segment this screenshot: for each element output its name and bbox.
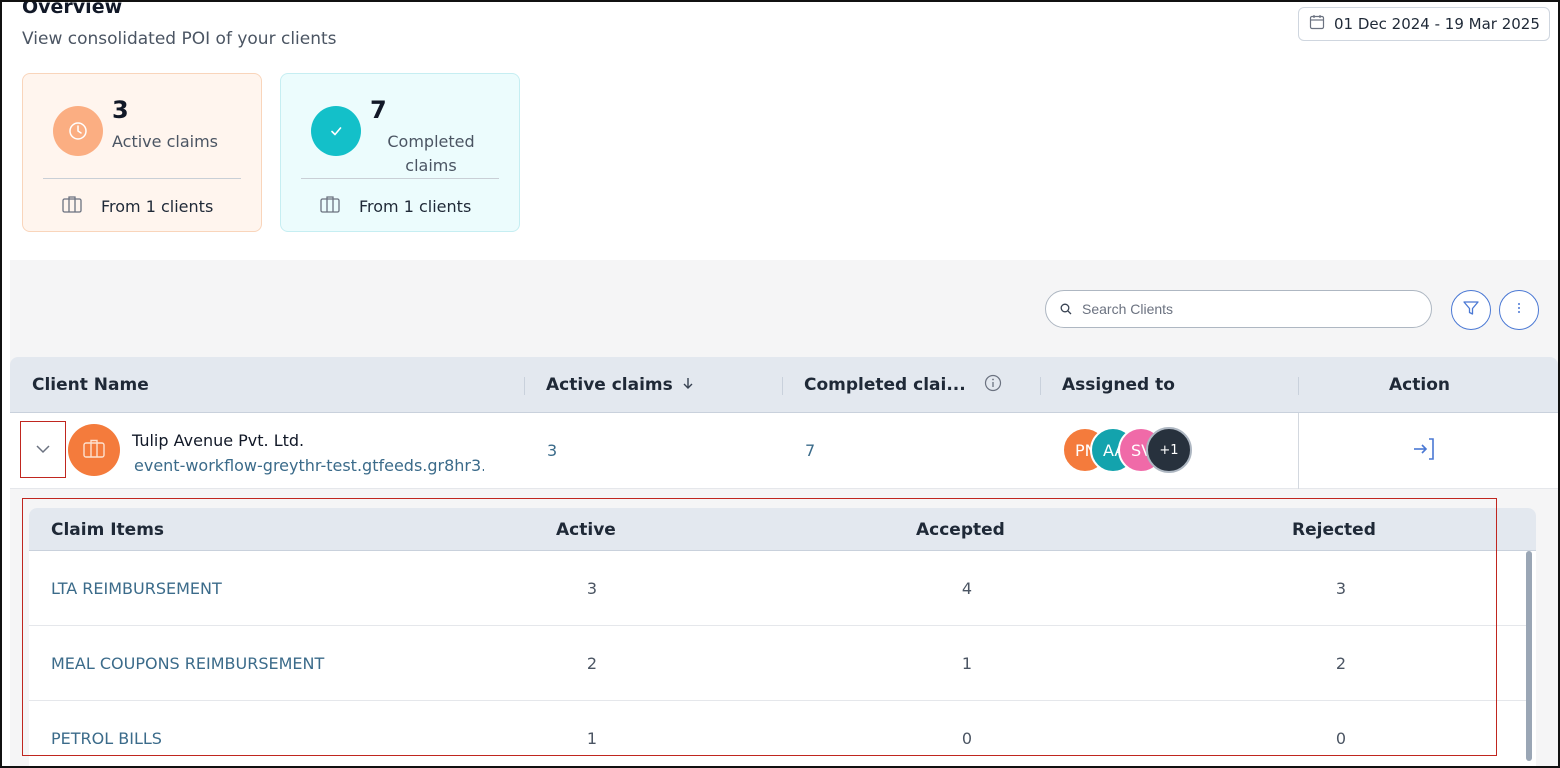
filter-button[interactable]: [1451, 290, 1491, 330]
filter-icon: [1462, 299, 1480, 321]
page-title: Overview: [22, 0, 123, 18]
sort-down-icon: [681, 375, 695, 395]
column-active-claims-label: Active claims: [546, 375, 673, 395]
column-client-name[interactable]: Client Name: [32, 357, 149, 413]
column-separator: [1298, 413, 1299, 489]
column-separator: [782, 377, 783, 395]
clients-table-header: Client Name Active claims Completed clai…: [10, 357, 1558, 413]
active-claims-footer-text: From 1 clients: [101, 196, 214, 216]
active-claims-label: Active claims: [112, 132, 218, 151]
expand-row-button[interactable]: [20, 421, 66, 478]
column-separator: [1040, 377, 1041, 395]
chevron-down-icon: [34, 440, 52, 459]
page-subtitle: View consolidated POI of your clients: [22, 29, 337, 49]
assignee-avatars[interactable]: PN AA SV +1: [1062, 427, 1202, 475]
column-completed-claims[interactable]: Completed clai...: [804, 357, 1002, 413]
card-divider: [43, 178, 241, 179]
column-assigned-to[interactable]: Assigned to: [1062, 357, 1175, 413]
vertical-scrollbar[interactable]: [1526, 551, 1532, 761]
completed-claims-footer: From 1 clients: [319, 194, 471, 218]
date-range-picker[interactable]: 01 Dec 2024 - 19 Mar 2025: [1298, 7, 1550, 41]
search-box[interactable]: [1045, 290, 1432, 328]
search-input[interactable]: [1082, 301, 1402, 317]
active-claims-card[interactable]: 3 Active claims From 1 clients: [22, 73, 262, 232]
completed-claims-card[interactable]: 7 Completed claims From 1 clients: [280, 73, 520, 232]
active-claims-value: 3: [547, 441, 558, 460]
app-frame: Overview View consolidated POI of your c…: [0, 0, 1560, 768]
client-domain: event-workflow-greythr-test.gtfeeds.gr8h…: [134, 456, 484, 475]
briefcase-icon: [82, 437, 106, 463]
calendar-icon: [1309, 14, 1325, 34]
info-icon[interactable]: [984, 374, 1002, 397]
table-row[interactable]: Tulip Avenue Pvt. Ltd. event-workflow-gr…: [10, 413, 1558, 489]
search-icon: [1060, 300, 1072, 319]
more-options-button[interactable]: [1499, 290, 1539, 330]
completed-claims-label: Completed claims: [387, 132, 475, 175]
briefcase-icon: [61, 194, 83, 218]
column-active-claims[interactable]: Active claims: [546, 357, 695, 413]
completed-claims-count: 7: [370, 96, 387, 124]
check-icon: [311, 106, 361, 156]
column-action: Action: [1389, 375, 1450, 395]
column-separator: [1298, 377, 1299, 395]
more-vertical-icon: [1510, 299, 1528, 321]
login-arrow-icon: [1411, 437, 1437, 465]
client-name[interactable]: Tulip Avenue Pvt. Ltd.: [132, 431, 304, 450]
active-claims-footer: From 1 clients: [61, 194, 213, 218]
column-separator: [524, 377, 525, 395]
highlight-outline: [22, 498, 1497, 756]
column-completed-claims-label: Completed clai...: [804, 375, 966, 395]
open-client-button[interactable]: [1410, 437, 1438, 465]
briefcase-icon: [319, 194, 341, 218]
date-range-label: 01 Dec 2024 - 19 Mar 2025: [1334, 15, 1540, 33]
more-assignees-badge[interactable]: +1: [1146, 427, 1192, 473]
completed-claims-footer-text: From 1 clients: [359, 196, 472, 216]
active-claims-count: 3: [112, 96, 129, 124]
client-avatar: [68, 424, 120, 476]
completed-claims-value: 7: [805, 441, 816, 460]
clock-icon: [53, 106, 103, 156]
card-divider: [301, 178, 499, 179]
